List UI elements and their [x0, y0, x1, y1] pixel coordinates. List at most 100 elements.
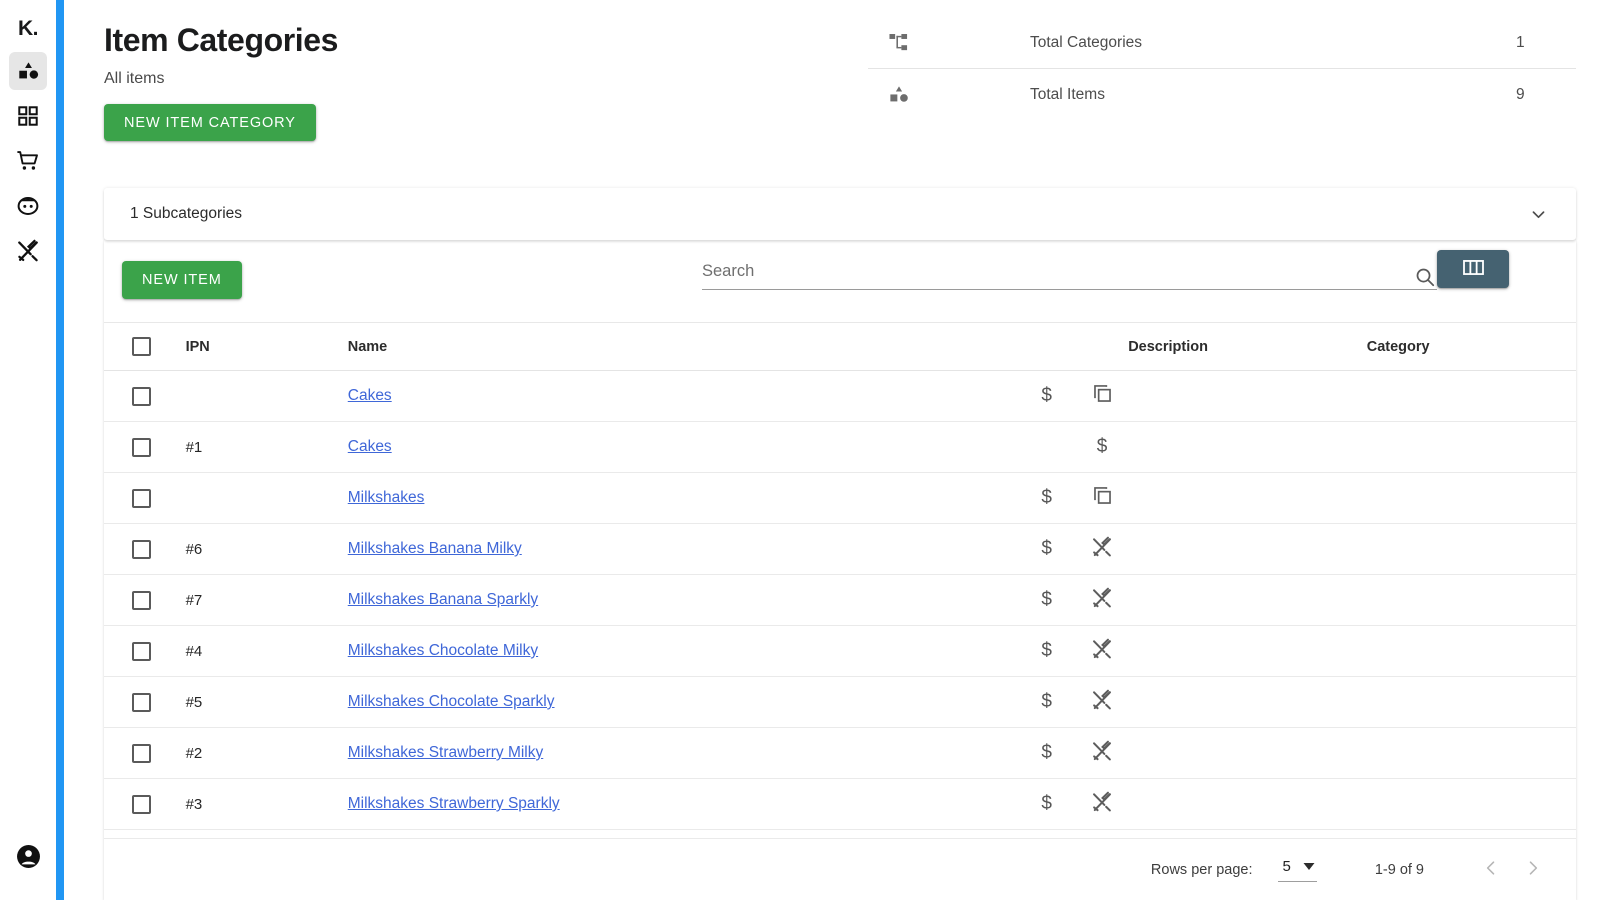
search-input[interactable]	[702, 262, 1437, 290]
row-description	[1128, 473, 1367, 524]
tools-icon[interactable]	[1091, 587, 1113, 613]
sidebar-item-parts[interactable]	[9, 52, 47, 90]
row-name-link[interactable]: Milkshakes Chocolate Sparkly	[348, 693, 555, 710]
row-checkbox[interactable]	[132, 386, 151, 406]
row-icon-primary	[1017, 422, 1076, 473]
table-row[interactable]: #5 Milkshakes Chocolate Sparkly $	[104, 677, 1576, 728]
table-row[interactable]: #4 Milkshakes Chocolate Milky $	[104, 626, 1576, 677]
sidebar-nav	[0, 52, 56, 270]
table-row[interactable]: #1 Cakes $	[104, 422, 1576, 473]
row-name-link[interactable]: Cakes	[348, 438, 392, 455]
dollar-icon[interactable]: $	[1097, 436, 1108, 457]
row-name-link[interactable]: Milkshakes Strawberry Milky	[348, 744, 544, 761]
new-item-button[interactable]: NEW ITEM	[122, 261, 242, 299]
tools-icon[interactable]	[1091, 536, 1113, 562]
dollar-icon[interactable]: $	[1041, 385, 1052, 406]
table-row[interactable]: #3 Milkshakes Strawberry Sparkly $	[104, 779, 1576, 830]
row-checkbox[interactable]	[132, 437, 151, 457]
row-name-link[interactable]: Milkshakes Banana Sparkly	[348, 591, 538, 608]
stats-panel: Total Categories 1 Total Items 9	[868, 18, 1576, 120]
row-icon-secondary: $	[1076, 422, 1128, 473]
dollar-icon[interactable]: $	[1041, 793, 1052, 814]
tools-icon[interactable]	[1091, 740, 1113, 766]
sitemap-icon	[868, 32, 930, 54]
rows-per-page-value: 5	[1282, 858, 1291, 875]
row-name-link[interactable]: Cakes	[348, 387, 392, 404]
previous-page-button[interactable]	[1470, 849, 1512, 891]
dollar-icon[interactable]: $	[1041, 742, 1052, 763]
row-select-cell	[104, 371, 186, 422]
select-all-checkbox[interactable]	[132, 337, 151, 356]
dollar-icon[interactable]: $	[1041, 538, 1052, 559]
stat-label: Total Items	[1030, 85, 1105, 103]
row-checkbox[interactable]	[132, 488, 151, 508]
table-row[interactable]: #7 Milkshakes Banana Sparkly $	[104, 575, 1576, 626]
next-page-button[interactable]	[1512, 849, 1554, 891]
search-icon[interactable]	[1414, 266, 1436, 291]
copy-icon[interactable]	[1092, 487, 1113, 510]
row-name-link[interactable]: Milkshakes	[348, 489, 425, 506]
row-icon-primary: $	[1017, 779, 1076, 830]
row-icon-secondary	[1076, 524, 1128, 575]
row-checkbox[interactable]	[132, 743, 151, 763]
row-icon-primary: $	[1017, 575, 1076, 626]
row-ipn: #2	[185, 744, 203, 762]
accent-stripe	[56, 0, 64, 900]
column-header-ipn[interactable]: IPN	[186, 323, 348, 371]
row-ipn: #5	[185, 693, 203, 711]
row-category	[1367, 575, 1576, 626]
dollar-icon[interactable]: $	[1041, 640, 1052, 661]
sidebar-item-stock[interactable]	[9, 97, 47, 135]
column-header-category[interactable]: Category	[1367, 323, 1576, 371]
column-header-icon2	[1076, 323, 1128, 371]
row-category	[1367, 728, 1576, 779]
row-checkbox[interactable]	[132, 794, 151, 814]
table-row[interactable]: #6 Milkshakes Banana Milky $	[104, 524, 1576, 575]
columns-button[interactable]	[1437, 250, 1509, 288]
row-name-cell: Milkshakes Banana Sparkly	[348, 575, 1018, 626]
new-item-category-button[interactable]: NEW ITEM CATEGORY	[104, 104, 316, 141]
row-icon-secondary	[1076, 473, 1128, 524]
grid-icon	[17, 105, 39, 127]
subcategories-accordion[interactable]: 1 Subcategories	[104, 188, 1576, 240]
row-description	[1128, 728, 1367, 779]
row-name-cell: Cakes	[348, 422, 1018, 473]
sidebar-item-build[interactable]	[9, 232, 47, 270]
row-checkbox[interactable]	[132, 539, 151, 559]
row-checkbox[interactable]	[132, 692, 151, 712]
row-name-link[interactable]: Milkshakes Banana Milky	[348, 540, 522, 557]
row-icon-secondary	[1076, 371, 1128, 422]
dollar-icon[interactable]: $	[1041, 487, 1052, 508]
row-name-link[interactable]: Milkshakes Chocolate Milky	[348, 642, 538, 659]
row-name-link[interactable]: Milkshakes Strawberry Sparkly	[348, 795, 560, 812]
row-icon-primary: $	[1017, 524, 1076, 575]
dollar-icon[interactable]: $	[1041, 589, 1052, 610]
row-select-cell	[104, 524, 186, 575]
sidebar-item-purchasing[interactable]	[9, 142, 47, 180]
tools-icon	[16, 239, 40, 263]
dollar-icon[interactable]: $	[1041, 691, 1052, 712]
table-row[interactable]: #2 Milkshakes Strawberry Milky $	[104, 728, 1576, 779]
copy-icon[interactable]	[1092, 385, 1113, 408]
column-header-description[interactable]: Description	[1128, 323, 1367, 371]
row-select-cell	[104, 728, 186, 779]
row-category	[1367, 422, 1576, 473]
select-all-cell	[104, 323, 186, 371]
column-header-name[interactable]: Name	[348, 323, 1018, 371]
row-checkbox[interactable]	[132, 641, 151, 661]
chevron-down-icon[interactable]	[1529, 205, 1548, 224]
tools-icon[interactable]	[1091, 791, 1113, 817]
table-toolbar: NEW ITEM	[104, 240, 1576, 322]
row-checkbox[interactable]	[132, 590, 151, 610]
tools-icon[interactable]	[1091, 689, 1113, 715]
sidebar-item-sales[interactable]	[9, 187, 47, 225]
chevron-left-icon	[1481, 858, 1501, 881]
tools-icon[interactable]	[1091, 638, 1113, 664]
table-row[interactable]: Cakes $	[104, 371, 1576, 422]
sidebar-account[interactable]	[9, 840, 47, 878]
page-title: Item Categories	[104, 22, 339, 58]
table-row[interactable]: Milkshakes $	[104, 473, 1576, 524]
app-logo: K.	[18, 17, 39, 40]
rows-per-page-label: Rows per page:	[1150, 861, 1253, 878]
rows-per-page-select[interactable]: 5	[1278, 858, 1317, 882]
